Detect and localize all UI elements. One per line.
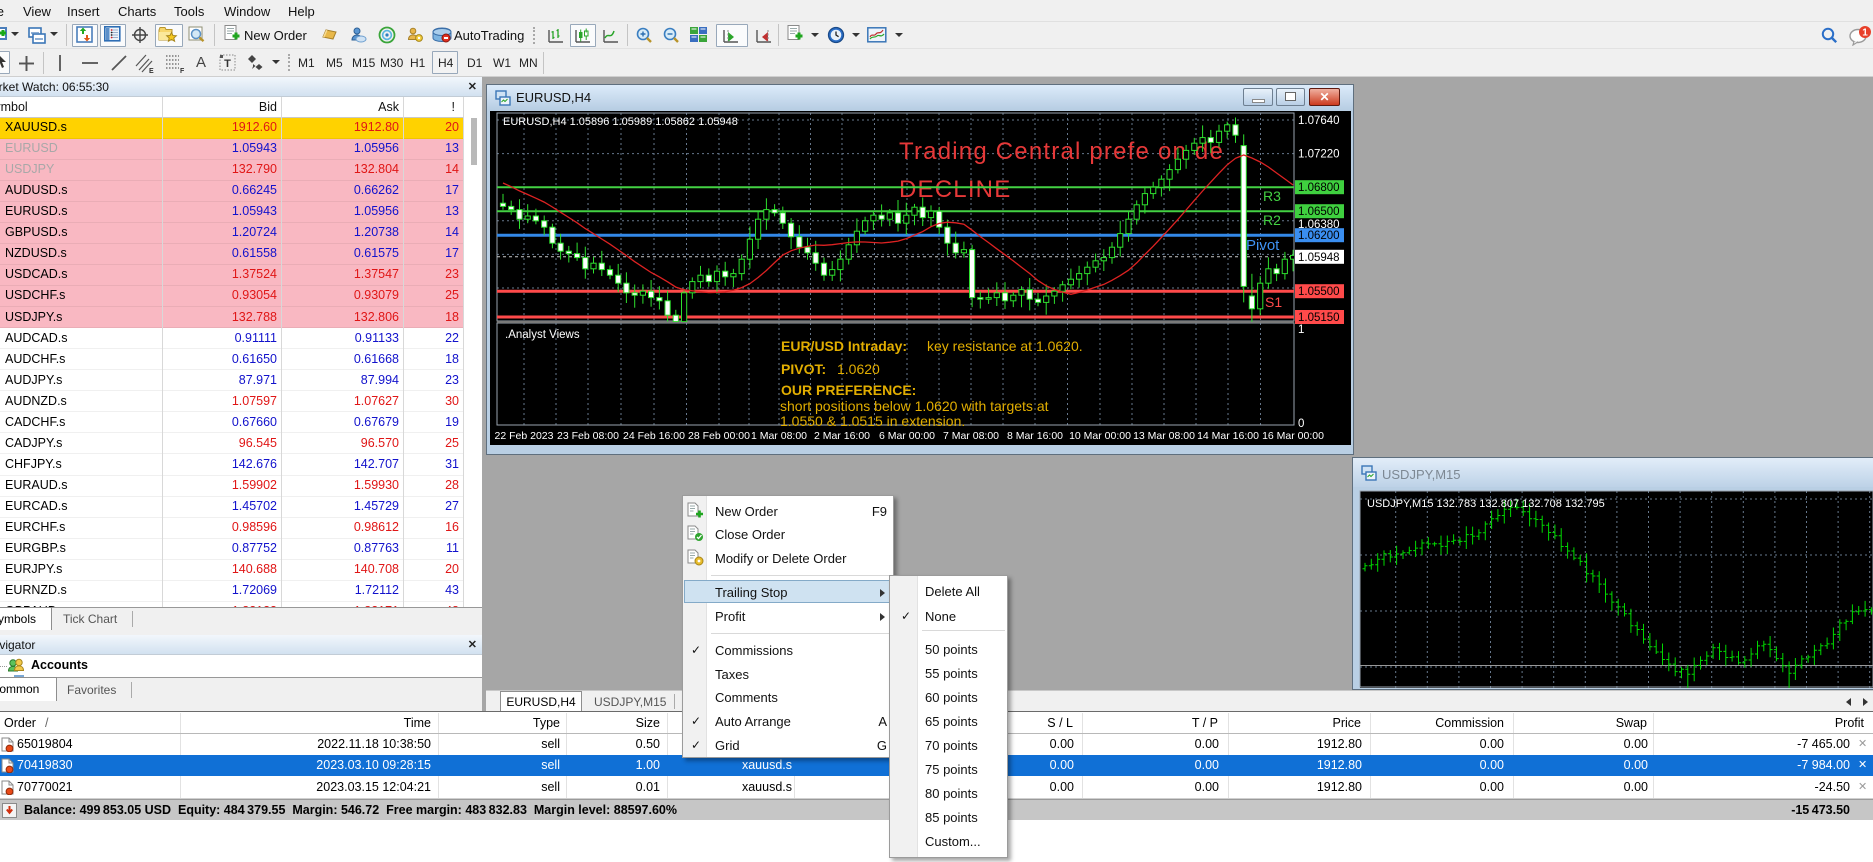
svg-text:23 Feb 08:00: 23 Feb 08:00	[557, 430, 619, 442]
svg-text:T: T	[224, 58, 231, 70]
svg-text:1: 1	[1298, 324, 1304, 336]
svg-text:short positions below 1.0620 w: short positions below 1.0620 with target…	[780, 398, 1049, 414]
svg-text:1.06200: 1.06200	[1298, 230, 1340, 242]
svg-text:22 Feb 2023: 22 Feb 2023	[495, 430, 554, 442]
svg-text:1 Mar 08:00: 1 Mar 08:00	[751, 430, 807, 442]
svg-text:10 Mar 00:00: 10 Mar 00:00	[1069, 430, 1131, 442]
svg-text:E: E	[149, 68, 154, 74]
svg-text:7 Mar 08:00: 7 Mar 08:00	[943, 430, 999, 442]
svg-text:DECLINE: DECLINE	[899, 176, 1011, 203]
svg-text:EUR/USD Intraday:: EUR/USD Intraday:	[781, 338, 907, 354]
svg-text:1.0550 & 1.0515 in extension.: 1.0550 & 1.0515 in extension.	[780, 413, 965, 429]
svg-text:1.05948: 1.05948	[1298, 252, 1340, 264]
svg-text:PIVOT:: PIVOT:	[781, 361, 826, 377]
svg-text:28 Feb 00:00: 28 Feb 00:00	[688, 430, 750, 442]
svg-text:Pivot: Pivot	[1246, 237, 1280, 254]
svg-text:14 Mar 16:00: 14 Mar 16:00	[1197, 430, 1259, 442]
svg-text:key resistance at 1.0620.: key resistance at 1.0620.	[927, 338, 1083, 354]
svg-text:OUR PREFERENCE:: OUR PREFERENCE:	[781, 382, 916, 398]
svg-text:1.05150: 1.05150	[1298, 312, 1340, 324]
svg-text:13 Mar 08:00: 13 Mar 08:00	[1133, 430, 1195, 442]
svg-text:24 Feb 16:00: 24 Feb 16:00	[623, 430, 685, 442]
svg-text:16 Mar 00:00: 16 Mar 00:00	[1262, 430, 1324, 442]
svg-text:1.07640: 1.07640	[1298, 115, 1340, 127]
svg-text:S1: S1	[1265, 294, 1282, 310]
svg-text:1.06500: 1.06500	[1298, 206, 1340, 218]
svg-text:USDJPY,M15 132.783 132.807 132: USDJPY,M15 132.783 132.807 132.708 132.7…	[1367, 498, 1605, 510]
svg-text:8 Mar 16:00: 8 Mar 16:00	[1007, 430, 1063, 442]
svg-text:1.05500: 1.05500	[1298, 286, 1340, 298]
svg-text:1.07220: 1.07220	[1298, 149, 1340, 161]
svg-text:1: 1	[1862, 28, 1868, 39]
svg-text:6 Mar 00:00: 6 Mar 00:00	[879, 430, 935, 442]
svg-text:1.06800: 1.06800	[1298, 182, 1340, 194]
svg-text:1.0620: 1.0620	[837, 361, 880, 377]
svg-text:0: 0	[1298, 418, 1304, 430]
svg-text:F: F	[180, 68, 185, 74]
svg-text:EURUSD,H4 1.05896 1.05989 1.05: EURUSD,H4 1.05896 1.05989 1.05862 1.0594…	[503, 116, 738, 128]
svg-text:2 Mar 16:00: 2 Mar 16:00	[814, 430, 870, 442]
svg-text:R2: R2	[1263, 212, 1281, 228]
svg-text:R3: R3	[1263, 188, 1281, 204]
svg-text:.Analyst Views: .Analyst Views	[505, 329, 580, 341]
